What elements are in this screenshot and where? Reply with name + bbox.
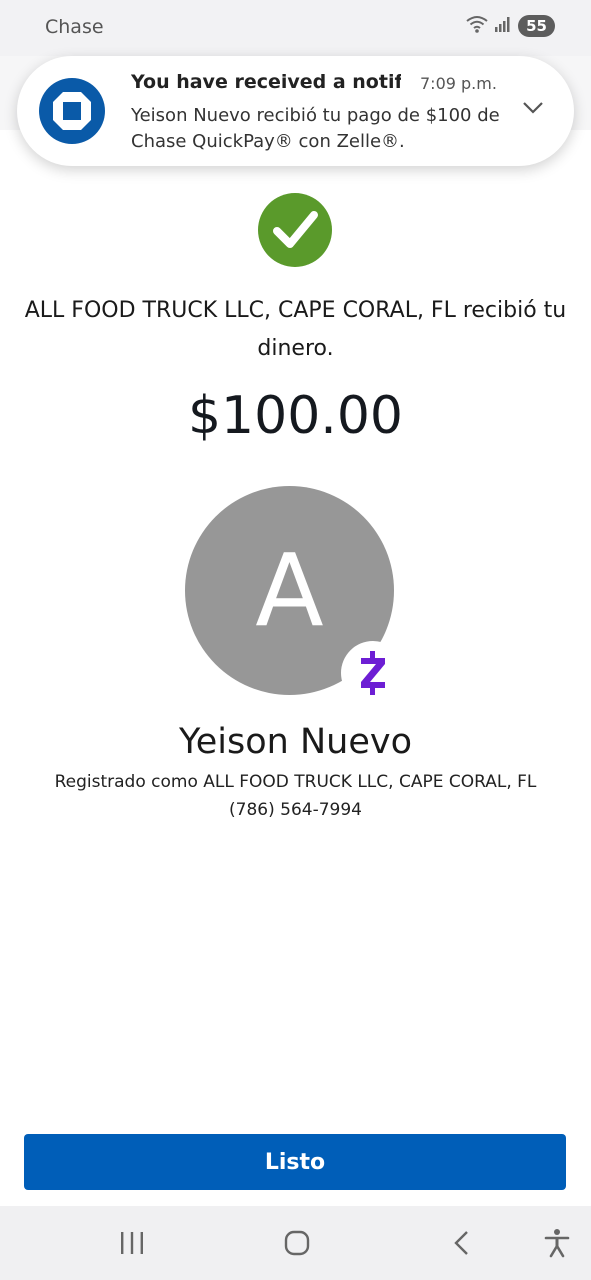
chase-logo-icon xyxy=(39,78,105,144)
notification-title: You have received a notifi... xyxy=(131,71,401,93)
notification-body: Yeison Nuevo recibió tu pago de $100 de … xyxy=(131,105,500,152)
recents-icon[interactable] xyxy=(112,1228,152,1258)
accessibility-icon[interactable] xyxy=(537,1228,577,1258)
confirmation-message: ALL FOOD TRUCK LLC, CAPE CORAL, FL recib… xyxy=(24,298,567,361)
wifi-icon xyxy=(466,15,488,37)
battery-indicator: 55 xyxy=(518,15,555,37)
signal-icon xyxy=(494,15,512,37)
status-icons: 55 xyxy=(466,15,555,37)
zelle-icon xyxy=(341,641,405,705)
notification-time: 7:09 p.m. xyxy=(420,74,497,93)
recipient-phone: (786) 564-7994 xyxy=(229,800,362,820)
chevron-down-icon[interactable] xyxy=(522,100,544,119)
avatar-initial: A xyxy=(255,531,324,649)
navigation-bar xyxy=(0,1206,591,1280)
check-icon xyxy=(258,193,332,267)
home-icon[interactable] xyxy=(277,1228,317,1258)
status-bar: Chase 55 xyxy=(0,0,591,56)
status-carrier: Chase xyxy=(45,16,104,38)
notification-banner[interactable]: You have received a notifi... 7:09 p.m. … xyxy=(17,56,574,166)
back-icon[interactable] xyxy=(442,1228,482,1258)
done-button[interactable]: Listo xyxy=(24,1134,566,1190)
registered-as: Registrado como ALL FOOD TRUCK LLC, CAPE… xyxy=(54,772,537,792)
recipient-name: Yeison Nuevo xyxy=(179,722,412,762)
amount-sent: $100.00 xyxy=(187,386,404,446)
